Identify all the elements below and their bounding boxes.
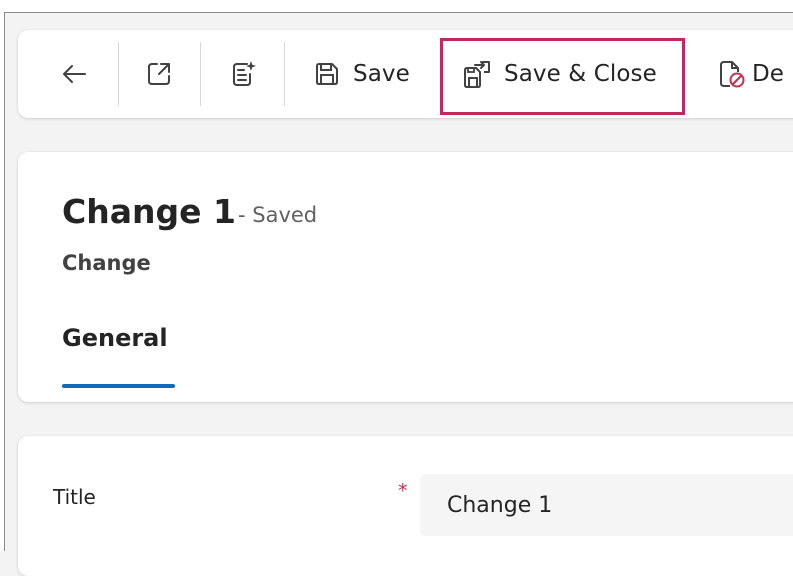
- record-header: [18, 152, 793, 402]
- form-fill-button[interactable]: [220, 44, 266, 104]
- required-indicator: *: [398, 480, 408, 502]
- window-frame-border-top: [0, 12, 793, 13]
- save-and-close-highlight: [440, 38, 685, 115]
- record-save-status: - Saved: [238, 203, 318, 227]
- floppy-disk-icon: [314, 61, 340, 87]
- open-in-new-window-button[interactable]: [136, 44, 182, 104]
- deactivate-label: De: [752, 61, 785, 87]
- title-field-label: Title: [53, 485, 96, 509]
- title-input[interactable]: [420, 474, 793, 536]
- tab-selected-indicator: [62, 384, 175, 388]
- tab-general[interactable]: General: [62, 324, 168, 352]
- deactivate-button[interactable]: De: [700, 44, 793, 104]
- toolbar-separator: [118, 42, 119, 106]
- form-fill-icon: [230, 60, 256, 88]
- back-button[interactable]: [54, 44, 94, 104]
- record-entity-name: Change: [62, 251, 151, 275]
- toolbar-separator: [200, 42, 201, 106]
- document-prohibited-icon: [718, 59, 746, 89]
- save-label: Save: [353, 61, 410, 87]
- save-button[interactable]: Save: [302, 44, 426, 104]
- toolbar-separator: [284, 42, 285, 106]
- window-frame-border-left: [4, 12, 5, 551]
- open-in-new-window-icon: [146, 61, 172, 87]
- arrow-left-icon: [61, 63, 87, 85]
- window-frame-top: [0, 0, 793, 12]
- record-title: Change 1: [62, 192, 236, 231]
